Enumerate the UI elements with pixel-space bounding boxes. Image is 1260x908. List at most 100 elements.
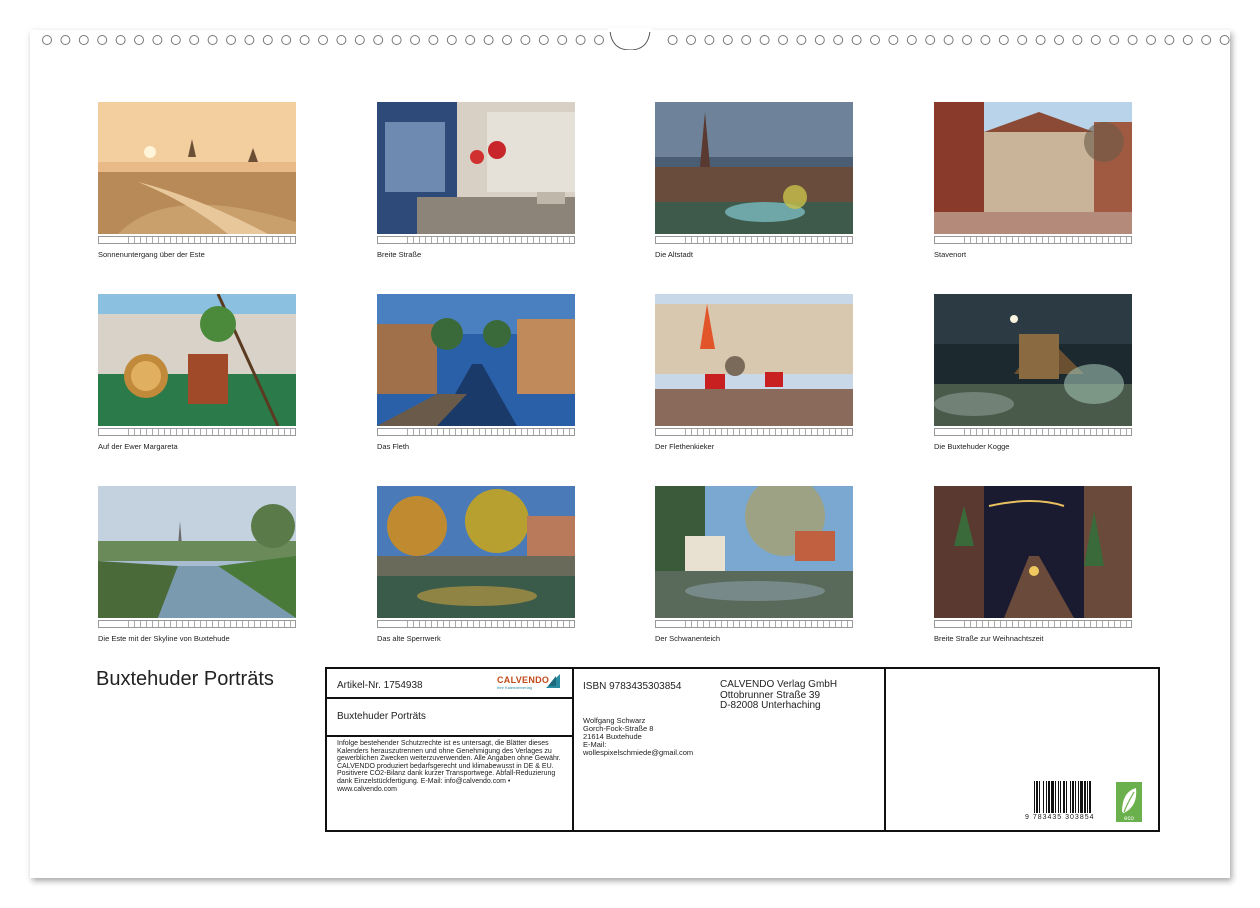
photo-image (98, 294, 296, 426)
binding-hole (870, 35, 880, 45)
barcode (1034, 781, 1091, 813)
binding-hole (943, 35, 954, 45)
binding-hole (170, 35, 181, 45)
photo (377, 294, 575, 426)
binding-hole (428, 35, 439, 45)
binding-hole (226, 35, 236, 45)
binding-hole (78, 35, 89, 45)
barcode-bar (1043, 781, 1044, 813)
binding-hole (1090, 35, 1101, 45)
binding-hole (833, 35, 844, 45)
binding-hole (925, 35, 936, 45)
photo-caption: Der Flethenkieker (655, 442, 715, 451)
binding-hole (575, 35, 586, 45)
barcode-bar (1048, 781, 1050, 813)
photo-image (934, 486, 1132, 618)
barcode-bar (1070, 781, 1071, 813)
photo-caption: Die Buxtehuder Kogge (934, 442, 1010, 451)
day-strip (98, 620, 296, 628)
photo-image (377, 102, 575, 234)
binding-hole (906, 35, 917, 45)
barcode-bar (1080, 781, 1083, 813)
binding-hole (962, 35, 972, 45)
binding-hole (1182, 35, 1193, 45)
binding-hole (189, 35, 200, 45)
day-strip (934, 428, 1132, 436)
photo-image (934, 294, 1132, 426)
photo-image (98, 486, 296, 618)
photo-caption: Das alte Sperrwerk (377, 634, 441, 643)
barcode-bar (1066, 781, 1067, 813)
day-strip (655, 236, 853, 244)
binding-hole (299, 35, 310, 45)
binding-hole (465, 35, 476, 45)
binding-hole (1035, 35, 1046, 45)
binding-hole (594, 35, 604, 45)
barcode-bar (1055, 781, 1056, 813)
binding-hole (391, 35, 402, 45)
isbn: ISBN 9783435303854 (583, 681, 682, 692)
binding-hole (1017, 35, 1028, 45)
binding-hole (1072, 35, 1083, 45)
photo (98, 102, 296, 234)
photo-caption: Die Altstadt (655, 250, 693, 259)
binding-hole (741, 35, 752, 45)
day-strip (98, 428, 296, 436)
barcode-bar (1089, 781, 1091, 813)
binding-hole (851, 35, 862, 45)
binding-hole (60, 35, 71, 45)
author-address: Wolfgang Schwarz Gorch-Fock-Straße 8 216… (583, 717, 693, 757)
publisher-line: D-82008 Unterhaching (720, 700, 821, 711)
photo (934, 102, 1132, 234)
photo (934, 486, 1132, 618)
binding-hole (722, 35, 733, 45)
photo-caption: Stavenort (934, 250, 967, 259)
day-strip (377, 236, 575, 244)
eco-leaf-icon: eco (1116, 782, 1142, 822)
photo-caption: Der Schwanenteich (655, 634, 721, 643)
photo-caption: Das Fleth (377, 442, 410, 451)
photo-caption: Auf der Ewer Margareta (98, 442, 178, 451)
binding-hole (1201, 35, 1212, 45)
photo (98, 486, 296, 618)
photo (377, 102, 575, 234)
photo-caption: Die Este mit der Skyline von Buxtehude (98, 634, 230, 643)
binding-holes (42, 28, 1230, 50)
binding-hole (814, 35, 825, 45)
barcode-bar (1039, 781, 1040, 813)
barcode-bar (1034, 781, 1035, 813)
day-strip (655, 620, 853, 628)
calvendo-logo-sub: Ihre Kalenderverlag (497, 685, 532, 690)
binding-hole (152, 35, 163, 45)
day-strip (98, 236, 296, 244)
barcode-bar (1072, 781, 1074, 813)
barcode-bar (1058, 781, 1059, 813)
barcode-bar (1078, 781, 1079, 813)
binding-hole (1219, 35, 1230, 45)
binding-hole (778, 35, 788, 45)
binding-hole (1109, 35, 1120, 45)
binding-hole (115, 35, 126, 45)
binding-hole (446, 35, 457, 45)
binding-hole (410, 35, 420, 45)
binding-hole (42, 35, 52, 45)
binding-hole (244, 35, 255, 45)
binding-hole (373, 35, 384, 45)
binding-hole (557, 35, 568, 45)
publisher-line: CALVENDO Verlag GmbH (720, 679, 838, 690)
box-title: Buxtehuder Porträts (337, 711, 426, 722)
binding-hole (1146, 35, 1156, 45)
binding-hole (796, 35, 807, 45)
binding-hole (998, 35, 1009, 45)
photo-image (655, 486, 853, 618)
photo-image (98, 102, 296, 234)
barcode-bar (1060, 781, 1061, 813)
barcode-bar (1063, 781, 1065, 813)
binding-hole (538, 35, 549, 45)
photo (655, 102, 853, 234)
eco-label: eco (1124, 816, 1134, 822)
photo-caption: Breite Straße (377, 250, 422, 259)
binding-hole (1164, 35, 1175, 45)
binding-hole (686, 35, 696, 45)
photo (98, 294, 296, 426)
